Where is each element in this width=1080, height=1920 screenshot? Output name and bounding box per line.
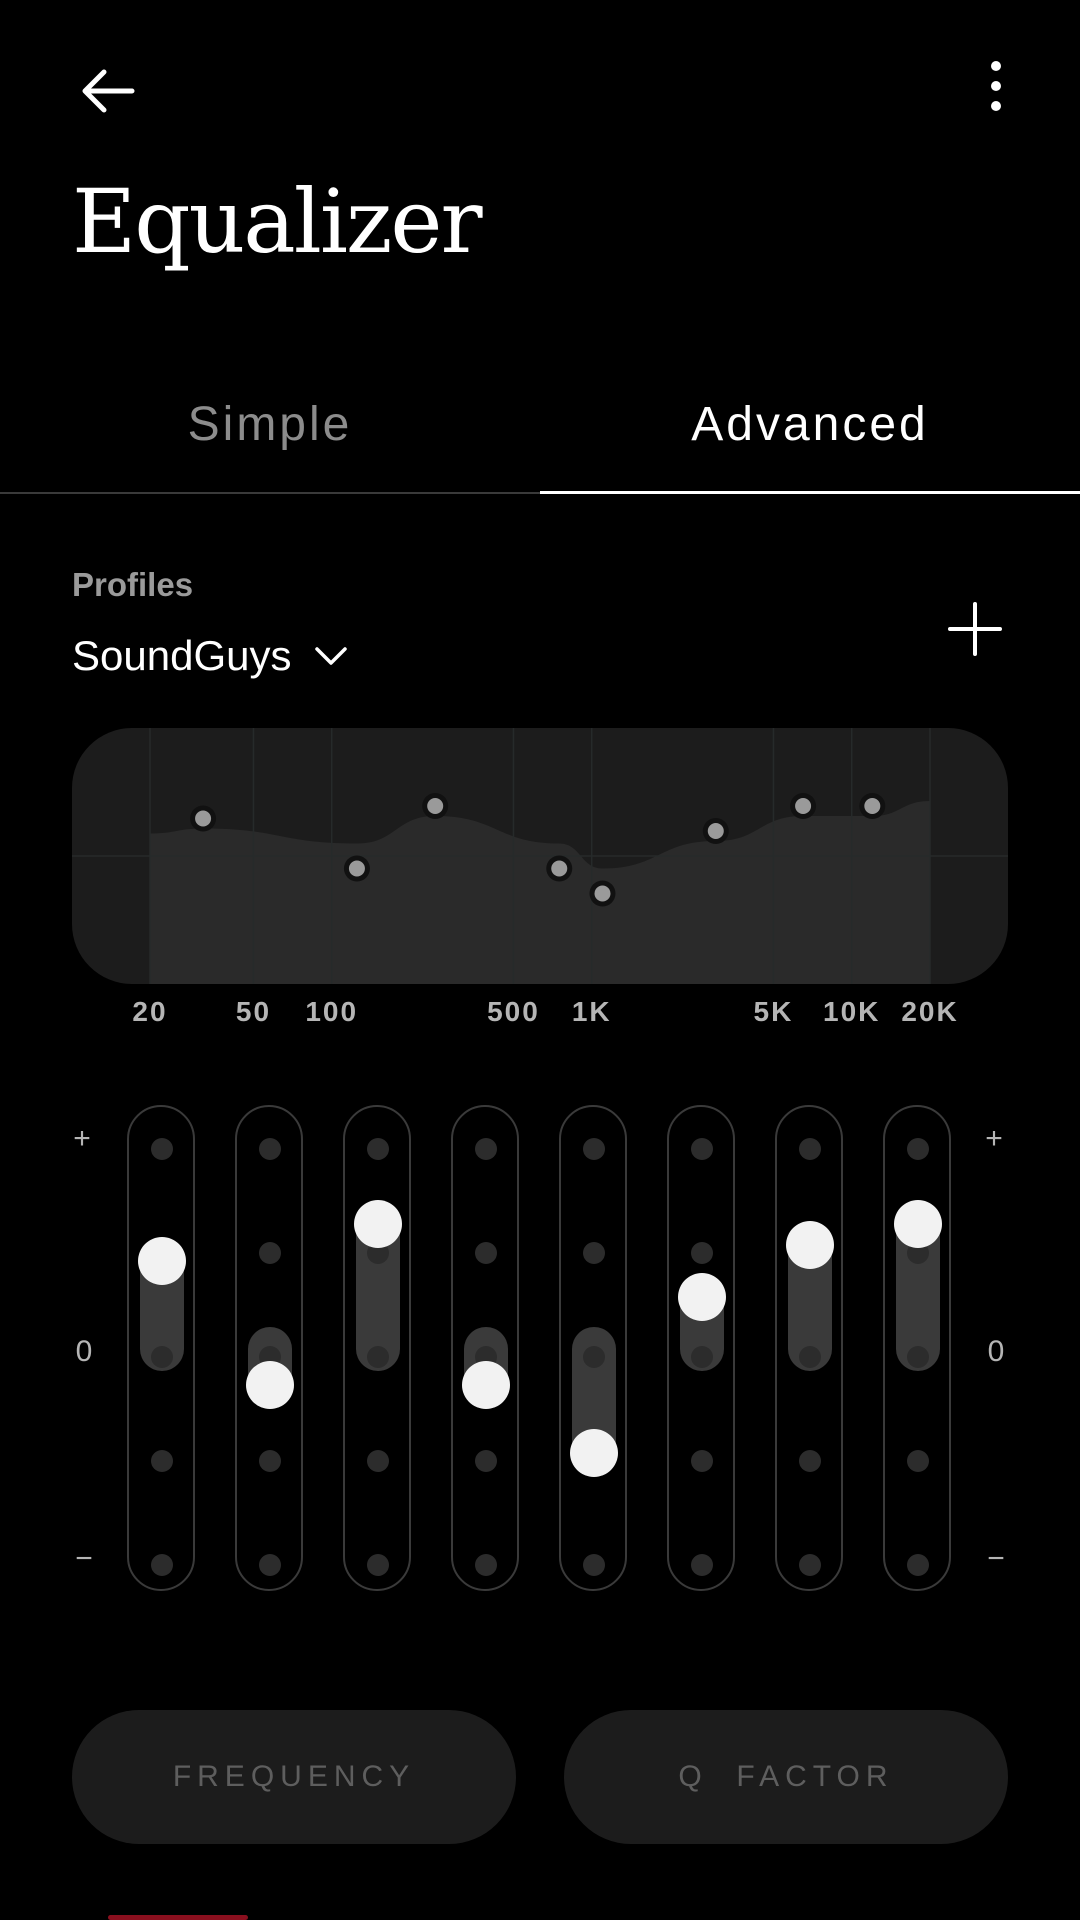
- eq-response-area: [150, 801, 930, 984]
- band-step-dot: [151, 1554, 173, 1576]
- band-step-dot: [583, 1554, 605, 1576]
- eq-curve-graph: [72, 728, 1008, 984]
- freq-label-50: 50: [235, 996, 272, 1027]
- band-step-dot: [691, 1450, 713, 1472]
- more-options-button[interactable]: [966, 56, 1026, 128]
- freq-label-5k: 5K: [753, 996, 794, 1027]
- band-step-dot: [475, 1138, 497, 1160]
- freq-label-500: 500: [487, 996, 540, 1027]
- freq-label-100: 100: [305, 996, 359, 1027]
- bottom-accent-bar: [108, 1915, 248, 1920]
- freq-label-1k: 1K: [571, 996, 612, 1027]
- profiles-label: Profiles: [72, 566, 194, 603]
- freq-label-10k: 10K: [823, 996, 881, 1027]
- band-step-dot: [907, 1450, 929, 1472]
- tab-active-indicator: [540, 491, 1080, 494]
- band-step-dot: [583, 1346, 605, 1368]
- band-slider-8[interactable]: [883, 1105, 951, 1591]
- chevron-down-icon: [315, 647, 348, 665]
- band-slider-1[interactable]: [127, 1105, 195, 1591]
- tab-simple[interactable]: Simple: [0, 390, 540, 490]
- eq-point-6[interactable]: [707, 823, 724, 839]
- band-slider-7[interactable]: [775, 1105, 843, 1591]
- band-step-dot: [475, 1450, 497, 1472]
- eq-point-4[interactable]: [551, 860, 568, 877]
- band-step-dot: [799, 1138, 821, 1160]
- band-step-dot: [475, 1554, 497, 1576]
- plus-label-right: +: [985, 1122, 1003, 1155]
- band-step-dot: [583, 1138, 605, 1160]
- band-step-dot: [907, 1138, 929, 1160]
- band-step-dot: [151, 1450, 173, 1472]
- band-step-dot: [367, 1450, 389, 1472]
- tab-advanced[interactable]: Advanced: [540, 390, 1080, 490]
- band-step-dot: [691, 1346, 713, 1368]
- minus-label-left: −: [75, 1542, 93, 1575]
- q-factor-button[interactable]: Q FACTOR: [564, 1710, 1008, 1844]
- freq-label-20k: 20K: [901, 996, 959, 1027]
- band-slider-6[interactable]: [667, 1105, 735, 1591]
- band-step-dot: [691, 1242, 713, 1264]
- arrow-left-icon: [82, 69, 135, 113]
- eq-point-2[interactable]: [348, 860, 365, 877]
- band-knob[interactable]: [246, 1361, 294, 1410]
- band-step-dot: [691, 1554, 713, 1576]
- band-knob[interactable]: [354, 1200, 402, 1249]
- band-step-dot: [799, 1346, 821, 1368]
- band-knob[interactable]: [678, 1273, 726, 1321]
- add-profile-button[interactable]: [940, 594, 1010, 664]
- plus-icon: [948, 602, 1002, 656]
- band-step-dot: [151, 1346, 173, 1368]
- band-slider-4[interactable]: [451, 1105, 519, 1591]
- zero-label-right: 0: [987, 1335, 1005, 1368]
- band-step-dot: [475, 1242, 497, 1264]
- band-step-dot: [799, 1450, 821, 1472]
- band-slider-5[interactable]: [559, 1105, 627, 1591]
- band-slider-3[interactable]: [343, 1105, 411, 1591]
- band-knob[interactable]: [462, 1361, 510, 1410]
- band-knob[interactable]: [138, 1236, 186, 1285]
- page-title: Equalizer: [72, 170, 483, 273]
- frequency-button[interactable]: FREQUENCY: [72, 1710, 516, 1844]
- band-step-dot: [907, 1346, 929, 1368]
- eq-point-8[interactable]: [864, 798, 881, 814]
- eq-point-1[interactable]: [195, 810, 212, 827]
- freq-label-20: 20: [132, 996, 168, 1027]
- band-step-dot: [799, 1554, 821, 1576]
- band-step-dot: [259, 1554, 281, 1576]
- minus-label-right: −: [987, 1542, 1005, 1575]
- frequency-axis-labels: 20 50 100 500 1K 5K 10K 20K: [0, 996, 1080, 1036]
- band-knob[interactable]: [570, 1429, 618, 1477]
- profile-name: SoundGuys: [72, 632, 292, 679]
- band-step-dot: [151, 1138, 173, 1160]
- band-step-dot: [907, 1554, 929, 1576]
- eq-point-7[interactable]: [795, 798, 812, 814]
- band-step-dot: [367, 1554, 389, 1576]
- eq-point-5[interactable]: [594, 885, 611, 902]
- band-slider-2[interactable]: [235, 1105, 303, 1591]
- band-step-dot: [583, 1242, 605, 1264]
- profile-dropdown[interactable]: SoundGuys: [72, 626, 349, 686]
- back-button[interactable]: [72, 56, 144, 128]
- band-knob[interactable]: [786, 1221, 834, 1269]
- band-step-dot: [259, 1242, 281, 1264]
- band-step-dot: [367, 1346, 389, 1368]
- zero-label-left: 0: [75, 1335, 93, 1368]
- band-step-dot: [259, 1138, 281, 1160]
- plus-label-left: +: [73, 1122, 91, 1155]
- band-step-dot: [691, 1138, 713, 1160]
- eq-point-3[interactable]: [427, 798, 444, 814]
- band-step-dot: [367, 1138, 389, 1160]
- band-knob[interactable]: [894, 1200, 942, 1249]
- band-step-dot: [259, 1450, 281, 1472]
- more-vertical-icon: [991, 61, 1001, 111]
